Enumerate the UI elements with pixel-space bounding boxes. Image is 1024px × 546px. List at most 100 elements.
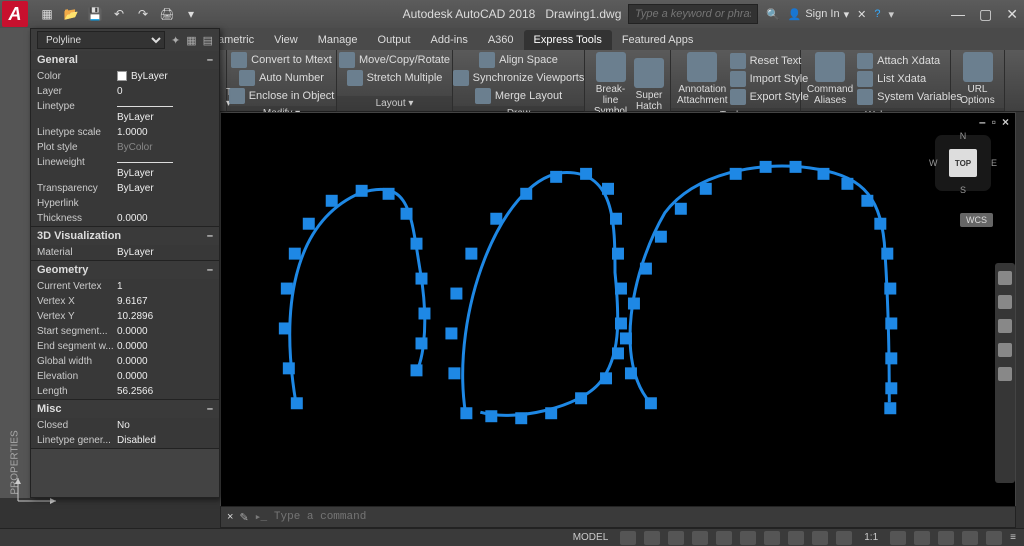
section-3dvis[interactable]: 3D Visualization– xyxy=(31,227,219,245)
lg-value[interactable]: Disabled xyxy=(117,435,213,446)
wcs-badge[interactable]: WCS xyxy=(960,213,993,227)
grid-toggle[interactable] xyxy=(620,531,636,545)
orbit-icon[interactable] xyxy=(998,343,1012,357)
list-xdata-button[interactable]: List Xdata xyxy=(857,71,962,87)
transparency-toggle[interactable] xyxy=(788,531,804,545)
cv-value[interactable]: 1 xyxy=(117,281,213,292)
exchange-icon[interactable]: ✕ xyxy=(857,8,866,21)
stretch-multiple-button[interactable]: Stretch Multiple xyxy=(347,70,443,86)
help-icon[interactable]: ? xyxy=(874,8,880,20)
lineweight-toggle[interactable] xyxy=(764,531,780,545)
url-options-button[interactable]: URL Options xyxy=(957,52,998,106)
viewcube[interactable]: N S E W TOP xyxy=(931,131,995,195)
ltscale-value[interactable]: 1.0000 xyxy=(117,127,213,138)
qat-new-icon[interactable]: ▦ xyxy=(38,5,56,23)
auto-number-button[interactable]: Auto Number xyxy=(239,70,324,86)
osnap-toggle[interactable] xyxy=(716,531,732,545)
tab-featured-apps[interactable]: Featured Apps xyxy=(612,30,704,50)
viewcube-east[interactable]: E xyxy=(991,158,997,168)
vx-value[interactable]: 9.6167 xyxy=(117,296,213,307)
plot-value[interactable]: ByColor xyxy=(117,142,213,153)
polar-toggle[interactable] xyxy=(692,531,708,545)
export-style-button[interactable]: Export Style xyxy=(730,89,809,105)
qat-redo-icon[interactable]: ↷ xyxy=(134,5,152,23)
annotation-visibility[interactable] xyxy=(914,531,930,545)
full-nav-wheel-icon[interactable] xyxy=(998,271,1012,285)
tab-express-tools[interactable]: Express Tools xyxy=(524,30,612,50)
elev-value[interactable]: 0.0000 xyxy=(117,371,213,382)
annotation-attachment-button[interactable]: Annotation Attachment xyxy=(677,52,728,106)
palette-dock-label[interactable]: PROPERTIES xyxy=(0,28,30,498)
annotation-scale[interactable]: 1:1 xyxy=(860,532,882,543)
move-copy-rotate-button[interactable]: Move/Copy/Rotate xyxy=(339,52,450,68)
app-logo[interactable]: A xyxy=(2,1,28,27)
qat-save-icon[interactable]: 💾 xyxy=(86,5,104,23)
thick-value[interactable]: 0.0000 xyxy=(117,213,213,224)
tab-output[interactable]: Output xyxy=(368,30,421,50)
window-minimize-icon[interactable]: — xyxy=(951,6,965,23)
system-variables-button[interactable]: System Variables xyxy=(857,89,962,105)
pan-icon[interactable] xyxy=(998,295,1012,309)
cycling-toggle[interactable] xyxy=(812,531,828,545)
show-motion-icon[interactable] xyxy=(998,367,1012,381)
ortho-toggle[interactable] xyxy=(668,531,684,545)
object-type-select[interactable]: Polyline xyxy=(37,31,165,49)
qat-undo-icon[interactable]: ↶ xyxy=(110,5,128,23)
window-maximize-icon[interactable]: ▢ xyxy=(979,6,992,23)
merge-layout-button[interactable]: Merge Layout xyxy=(475,88,562,104)
tab-addins[interactable]: Add-ins xyxy=(421,30,478,50)
tab-manage[interactable]: Manage xyxy=(308,30,368,50)
qat-more-icon[interactable]: ▾ xyxy=(182,5,200,23)
select-objects-icon[interactable]: ▦ xyxy=(186,34,196,47)
section-misc[interactable]: Misc– xyxy=(31,400,219,418)
window-close-icon[interactable]: ✕ xyxy=(1006,6,1018,23)
align-space-button[interactable]: Align Space xyxy=(479,52,558,68)
qat-print-icon[interactable]: 🖨 xyxy=(158,5,176,23)
annotation-monitor-toggle[interactable] xyxy=(836,531,852,545)
cmdline-close-icon[interactable]: × xyxy=(227,511,233,523)
closed-value[interactable]: No xyxy=(117,420,213,431)
tab-view[interactable]: View xyxy=(264,30,308,50)
quick-select-icon[interactable]: ✦ xyxy=(171,34,180,47)
lw-value[interactable]: ByLayer xyxy=(117,157,213,179)
ssw-value[interactable]: 0.0000 xyxy=(117,326,213,337)
super-hatch-button[interactable]: Super Hatch xyxy=(634,58,664,112)
reset-text-button[interactable]: Reset Text xyxy=(730,53,809,69)
snap-toggle[interactable] xyxy=(644,531,660,545)
layout-panel-label[interactable]: Layout ▾ xyxy=(337,96,452,111)
otrack-toggle[interactable] xyxy=(740,531,756,545)
viewcube-north[interactable]: N xyxy=(960,131,967,141)
viewcube-west[interactable]: W xyxy=(929,158,938,168)
section-geometry[interactable]: Geometry– xyxy=(31,261,219,279)
attach-xdata-button[interactable]: Attach Xdata xyxy=(857,53,962,69)
sign-in-button[interactable]: 👤 Sign In ▾ xyxy=(788,8,849,21)
qat-open-icon[interactable]: 📂 xyxy=(62,5,80,23)
zoom-extents-icon[interactable] xyxy=(998,319,1012,333)
viewcube-south[interactable]: S xyxy=(960,185,966,195)
command-input[interactable] xyxy=(274,511,1009,523)
import-style-button[interactable]: Import Style xyxy=(730,71,809,87)
model-space-toggle[interactable]: MODEL xyxy=(569,532,613,543)
enclose-object-button[interactable]: Enclose in Object xyxy=(229,88,335,104)
clean-screen[interactable] xyxy=(986,531,1002,545)
search-icon[interactable]: 🔍 xyxy=(766,8,780,21)
keyword-search-input[interactable] xyxy=(628,4,758,24)
convert-mtext-button[interactable]: Convert to Mtext xyxy=(231,52,332,68)
hyper-value[interactable] xyxy=(117,198,213,209)
customize-statusbar-icon[interactable]: ≡ xyxy=(1010,532,1016,543)
cmdline-customize-icon[interactable]: ✎ xyxy=(239,511,248,524)
isolate-objects[interactable] xyxy=(962,531,978,545)
esw-value[interactable]: 0.0000 xyxy=(117,341,213,352)
workspace-switch[interactable] xyxy=(890,531,906,545)
material-value[interactable]: ByLayer xyxy=(117,247,213,258)
len-value[interactable]: 56.2566 xyxy=(117,386,213,397)
trans-value[interactable]: ByLayer xyxy=(117,183,213,194)
gw-value[interactable]: 0.0000 xyxy=(117,356,213,367)
navigation-bar[interactable] xyxy=(995,263,1015,483)
drawing-canvas[interactable]: – ▫ × N S E W xyxy=(220,112,1016,510)
sync-viewports-button[interactable]: Synchronize Viewports xyxy=(453,70,585,86)
vy-value[interactable]: 10.2896 xyxy=(117,311,213,322)
section-general[interactable]: General– xyxy=(31,51,219,69)
viewcube-top[interactable]: TOP xyxy=(949,149,977,177)
breakline-symbol-button[interactable]: Break-line Symbol xyxy=(591,52,630,117)
